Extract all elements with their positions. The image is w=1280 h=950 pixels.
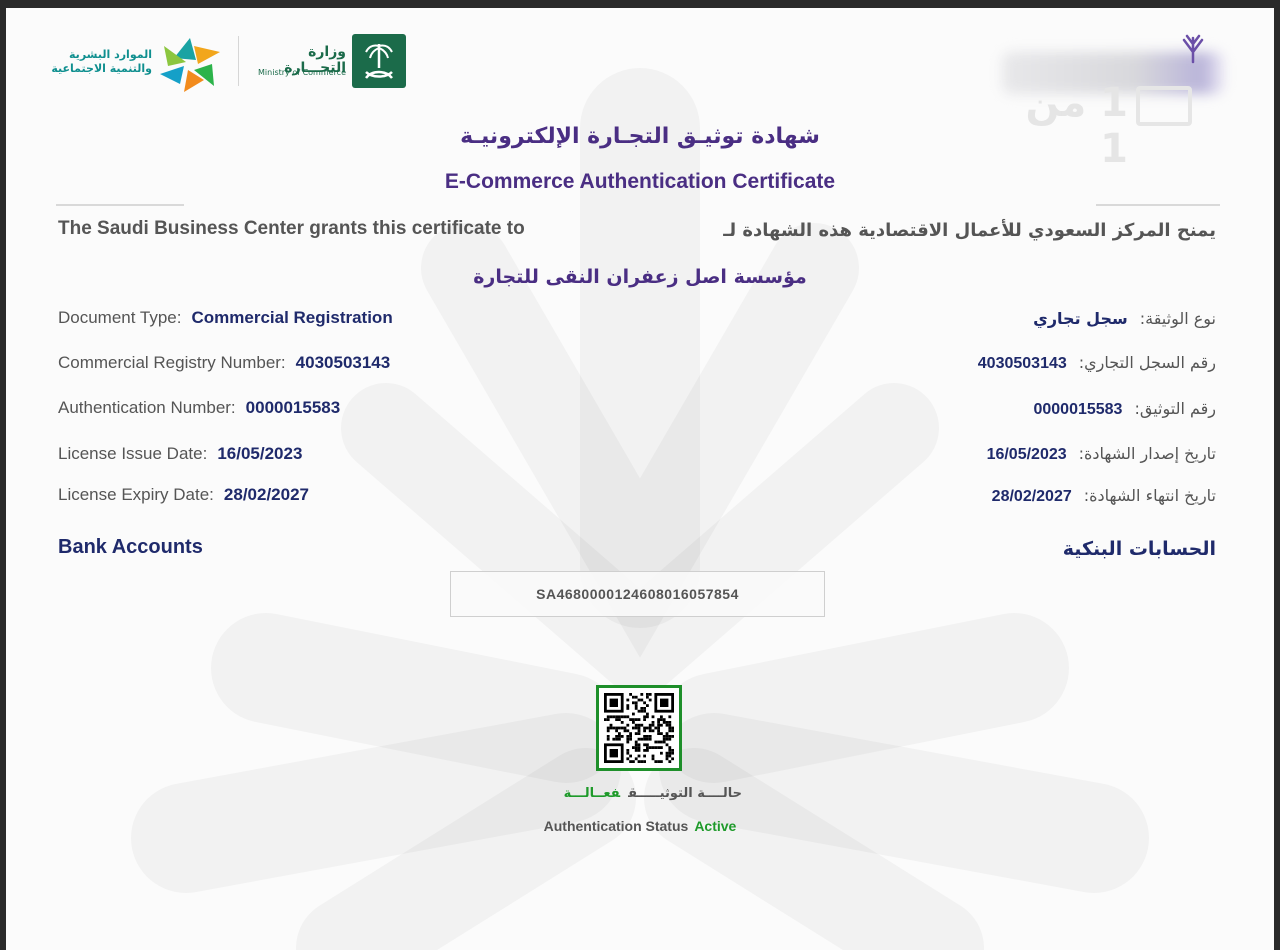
detail-value: 0000015583 — [245, 398, 341, 417]
hrsd-logo: الموارد البشرية والتنمية الاجتماعية — [50, 34, 230, 96]
detail-value: 16/05/2023 — [217, 444, 303, 463]
divider-right — [1096, 204, 1220, 206]
detail-value: 16/05/2023 — [986, 446, 1067, 463]
status-value-en: Active — [694, 818, 737, 834]
detail-row-issue-date-en: License Issue Date: 16/05/2023 — [58, 444, 618, 464]
status-value-ar: فعــالـــة — [563, 786, 621, 801]
detail-label: تاريخ انتهاء الشهادة: — [1083, 486, 1216, 505]
moc-logo-text-en: Ministry of Commerce — [258, 68, 346, 77]
bank-accounts-title-en: Bank Accounts — [58, 536, 203, 558]
detail-label: رقم التوثيق: — [1134, 399, 1216, 418]
detail-value: سجل تجاري — [1033, 309, 1128, 328]
detail-label: License Expiry Date: — [58, 485, 214, 504]
detail-row-document-type-ar: نوع الوثيقة: سجل تجاري — [666, 309, 1216, 328]
detail-value: 28/02/2027 — [223, 485, 309, 504]
detail-label: Commercial Registry Number: — [58, 353, 286, 372]
detail-row-authentication-number-en: Authentication Number: 0000015583 — [58, 398, 618, 418]
certificate-title-en: E-Commerce Authentication Certificate — [444, 170, 836, 193]
detail-label: نوع الوثيقة: — [1139, 309, 1216, 328]
status-label-en: Authentication Status — [543, 818, 689, 834]
detail-row-issue-date-ar: تاريخ إصدار الشهادة: 16/05/2023 — [666, 444, 1216, 464]
hrsd-star-icon — [160, 38, 220, 92]
authentication-status-ar: حالــــة التوثيـــــق فعــالـــة — [446, 786, 742, 801]
palm-swords-emblem-icon — [352, 34, 406, 88]
detail-value: Commercial Registration — [191, 308, 393, 327]
divider-left — [56, 204, 184, 206]
authentication-status-en: Authentication Status Active — [440, 818, 840, 834]
plant-sprout-icon — [1182, 34, 1204, 64]
iban-box: SA4680000124608016057854 — [450, 571, 825, 617]
detail-value: 4030503143 — [295, 353, 391, 372]
logo-separator — [238, 36, 239, 86]
detail-label: Authentication Number: — [58, 398, 236, 417]
detail-label: Document Type: — [58, 308, 182, 327]
status-label-ar: حالــــة التوثيـــــق — [628, 786, 742, 801]
detail-row-authentication-number-ar: رقم التوثيق: 0000015583 — [666, 399, 1216, 419]
detail-label: رقم السجل التجاري: — [1078, 353, 1216, 372]
ministry-of-commerce-logo: وزارة التجـــارة Ministry of Commerce — [250, 34, 408, 96]
grant-statement-en: The Saudi Business Center grants this ce… — [58, 218, 525, 239]
detail-value: 4030503143 — [977, 355, 1067, 372]
detail-label: License Issue Date: — [58, 444, 208, 463]
grant-statement-ar: يمنح المركز السعودي للأعمال الاقتصادية ه… — [723, 220, 1216, 241]
document-icon — [1136, 86, 1192, 126]
qr-code-icon — [604, 693, 674, 763]
detail-value: 0000015583 — [1033, 401, 1123, 418]
detail-row-expiry-date-ar: تاريخ انتهاء الشهادة: 28/02/2027 — [666, 486, 1216, 506]
detail-label: تاريخ إصدار الشهادة: — [1078, 444, 1216, 463]
qr-code[interactable] — [596, 685, 682, 771]
company-name: مؤسسة اصل زعفران النقى للتجارة — [473, 266, 807, 288]
detail-row-document-type-en: Document Type: Commercial Registration — [58, 308, 618, 328]
detail-row-registry-number-en: Commercial Registry Number: 4030503143 — [58, 353, 618, 373]
detail-row-expiry-date-en: License Expiry Date: 28/02/2027 — [58, 485, 618, 505]
certificate-page: الموارد البشرية والتنمية الاجتماعية وزار… — [6, 8, 1274, 950]
detail-value: 28/02/2027 — [991, 488, 1072, 505]
certificate-title-ar: شهادة توثيـق التجـارة الإلكترونيـة — [460, 124, 820, 149]
hrsd-logo-text: الموارد البشرية والتنمية الاجتماعية — [51, 48, 152, 75]
bank-accounts-title-ar: الحسابات البنكية — [1062, 538, 1216, 560]
detail-row-registry-number-ar: رقم السجل التجاري: 4030503143 — [666, 353, 1216, 373]
